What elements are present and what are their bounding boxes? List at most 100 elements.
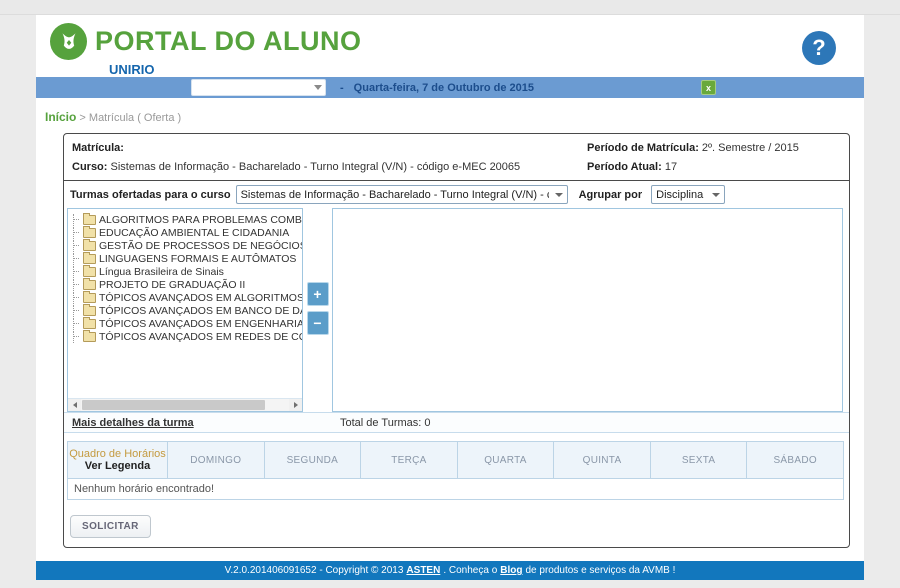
footer-middle-text: . Conheça o [443, 565, 497, 576]
solicitar-button[interactable]: SOLICITAR [70, 515, 151, 538]
folder-icon [83, 332, 96, 342]
chevron-down-icon [314, 85, 322, 90]
available-disciplines-panel: ALGORITMOS PARA PROBLEMAS COMBINATÓRIOS … [67, 208, 303, 412]
tree-expand-icon[interactable] [71, 214, 80, 225]
discipline-name[interactable]: LINGUAGENS FORMAIS E AUTÔMATOS [99, 253, 296, 265]
breadcrumb-separator: > [79, 112, 85, 124]
scrollbar-track[interactable] [81, 399, 289, 411]
turmas-ofertadas-label: Turmas ofertadas para o curso [70, 189, 231, 201]
filters-row: Turmas ofertadas para o curso Sistemas d… [64, 181, 849, 208]
tree-expand-icon[interactable] [71, 318, 80, 329]
unirio-logo-icon [50, 23, 87, 60]
footer-version-text: V.2.0.201406091652 - Copyright © 2013 [225, 565, 404, 576]
footer-after-text: de produtos e serviços da AVMB ! [525, 565, 675, 576]
discipline-name[interactable]: GESTÃO DE PROCESSOS DE NEGÓCIOS [99, 240, 302, 252]
folder-icon [83, 241, 96, 251]
toolbar-separator: - [340, 82, 344, 94]
ver-legenda-link[interactable]: Ver Legenda [68, 460, 167, 472]
agrupar-por-label: Agrupar por [579, 189, 643, 201]
curso-label: Curso: [72, 161, 107, 173]
student-info-section: Matrícula: Curso: Sistemas de Informação… [64, 134, 849, 181]
day-header: QUARTA [457, 442, 554, 479]
scroll-left-icon[interactable] [68, 399, 81, 411]
folder-icon [83, 228, 96, 238]
folder-icon [83, 215, 96, 225]
details-bar: Mais detalhes da turma Total de Turmas: … [64, 412, 849, 433]
scrollbar-thumb[interactable] [82, 400, 265, 410]
browser-top-strip [0, 0, 900, 15]
day-header: QUINTA [554, 442, 651, 479]
tree-expand-icon[interactable] [71, 240, 80, 251]
blog-link[interactable]: Blog [500, 565, 522, 576]
tree-item[interactable]: TÓPICOS AVANÇADOS EM BANCO DE DADOS II [71, 304, 300, 317]
horizontal-scrollbar[interactable] [68, 398, 302, 411]
tree-item[interactable]: TÓPICOS AVANÇADOS EM ALGORITMOS I [71, 291, 300, 304]
tree-expand-icon[interactable] [71, 305, 80, 316]
discipline-name[interactable]: EDUCAÇÃO AMBIENTAL E CIDADANIA [99, 227, 289, 239]
brand: PORTAL DO ALUNO [50, 23, 864, 60]
curso-select-value: Sistemas de Informação - Bacharelado - T… [241, 189, 549, 201]
periodo-atual-label: Período Atual: [587, 161, 662, 173]
folder-icon [83, 306, 96, 316]
close-icon[interactable]: x [701, 80, 716, 95]
discipline-tree: ALGORITMOS PARA PROBLEMAS COMBINATÓRIOS … [68, 209, 302, 398]
tree-item[interactable]: LINGUAGENS FORMAIS E AUTÔMATOS [71, 252, 300, 265]
periodo-atual-value: 17 [665, 161, 677, 173]
tree-item[interactable]: ALGORITMOS PARA PROBLEMAS COMBINATÓRIOS [71, 213, 300, 226]
total-turmas-label: Total de Turmas: [340, 417, 421, 429]
discipline-name[interactable]: Língua Brasileira de Sinais [99, 266, 224, 278]
tree-item[interactable]: PROJETO DE GRADUAÇÃO II [71, 278, 300, 291]
page-title: PORTAL DO ALUNO [95, 26, 362, 57]
discipline-name[interactable]: TÓPICOS AVANÇADOS EM ENGENHARIA DE SOFTW… [99, 318, 302, 330]
tree-expand-icon[interactable] [71, 253, 80, 264]
curso-select[interactable]: Sistemas de Informação - Bacharelado - T… [236, 185, 568, 204]
discipline-name[interactable]: ALGORITMOS PARA PROBLEMAS COMBINATÓRIOS [99, 214, 302, 226]
curso-value: Sistemas de Informação - Bacharelado - T… [111, 161, 521, 173]
folder-icon [83, 267, 96, 277]
transfer-buttons: + − [303, 208, 332, 412]
mais-detalhes-link[interactable]: Mais detalhes da turma [72, 417, 194, 429]
discipline-name[interactable]: TÓPICOS AVANÇADOS EM REDES DE COMPUTADOR… [99, 331, 302, 343]
asten-link[interactable]: ASTEN [406, 565, 440, 576]
tree-expand-icon[interactable] [71, 331, 80, 342]
chevron-down-icon [555, 193, 563, 197]
agrupar-select[interactable]: Disciplina [651, 185, 725, 204]
day-header: DOMINGO [168, 442, 265, 479]
tree-expand-icon[interactable] [71, 292, 80, 303]
tree-item[interactable]: EDUCAÇÃO AMBIENTAL E CIDADANIA [71, 226, 300, 239]
tree-item[interactable]: TÓPICOS AVANÇADOS EM ENGENHARIA DE SOFTW… [71, 317, 300, 330]
periodo-matricula-value: 2º. Semestre / 2015 [702, 142, 799, 154]
remove-turma-button[interactable]: − [307, 311, 329, 335]
student-info-left: Matrícula: Curso: Sistemas de Informação… [72, 142, 587, 174]
breadcrumb-current: Matrícula ( Oferta ) [89, 112, 181, 124]
breadcrumb: Início > Matrícula ( Oferta ) [36, 98, 864, 133]
tree-item[interactable]: GESTÃO DE PROCESSOS DE NEGÓCIOS [71, 239, 300, 252]
enrollment-panel: Matrícula: Curso: Sistemas de Informação… [63, 133, 850, 548]
help-icon[interactable]: ? [802, 31, 836, 65]
institution-name: UNIRIO [109, 62, 864, 77]
header: PORTAL DO ALUNO UNIRIO ? [36, 15, 864, 77]
agrupar-select-value: Disciplina [656, 189, 706, 201]
schedule-corner-cell: Quadro de Horários Ver Legenda [68, 442, 168, 479]
discipline-name[interactable]: PROJETO DE GRADUAÇÃO II [99, 279, 245, 291]
transfer-panels: ALGORITMOS PARA PROBLEMAS COMBINATÓRIOS … [64, 208, 849, 412]
folder-icon [83, 319, 96, 329]
tree-expand-icon[interactable] [71, 227, 80, 238]
day-header: SÁBADO [747, 442, 844, 479]
folder-icon [83, 254, 96, 264]
folder-icon [83, 280, 96, 290]
discipline-name[interactable]: TÓPICOS AVANÇADOS EM ALGORITMOS I [99, 292, 302, 304]
day-header: SEGUNDA [264, 442, 361, 479]
discipline-name[interactable]: TÓPICOS AVANÇADOS EM BANCO DE DADOS II [99, 305, 302, 317]
schedule-table: Quadro de Horários Ver Legenda DOMINGOSE… [67, 441, 844, 500]
breadcrumb-home-link[interactable]: Início [45, 110, 76, 124]
scroll-right-icon[interactable] [289, 399, 302, 411]
tree-expand-icon[interactable] [71, 279, 80, 290]
tree-item[interactable]: Língua Brasileira de Sinais [71, 265, 300, 278]
toolbar-dropdown[interactable] [191, 79, 326, 96]
tree-expand-icon[interactable] [71, 266, 80, 277]
add-turma-button[interactable]: + [307, 282, 329, 306]
tree-item[interactable]: TÓPICOS AVANÇADOS EM REDES DE COMPUTADOR… [71, 330, 300, 343]
current-date: Quarta-feira, 7 de Outubro de 2015 [354, 82, 534, 94]
quadro-horarios-title: Quadro de Horários [68, 448, 167, 460]
